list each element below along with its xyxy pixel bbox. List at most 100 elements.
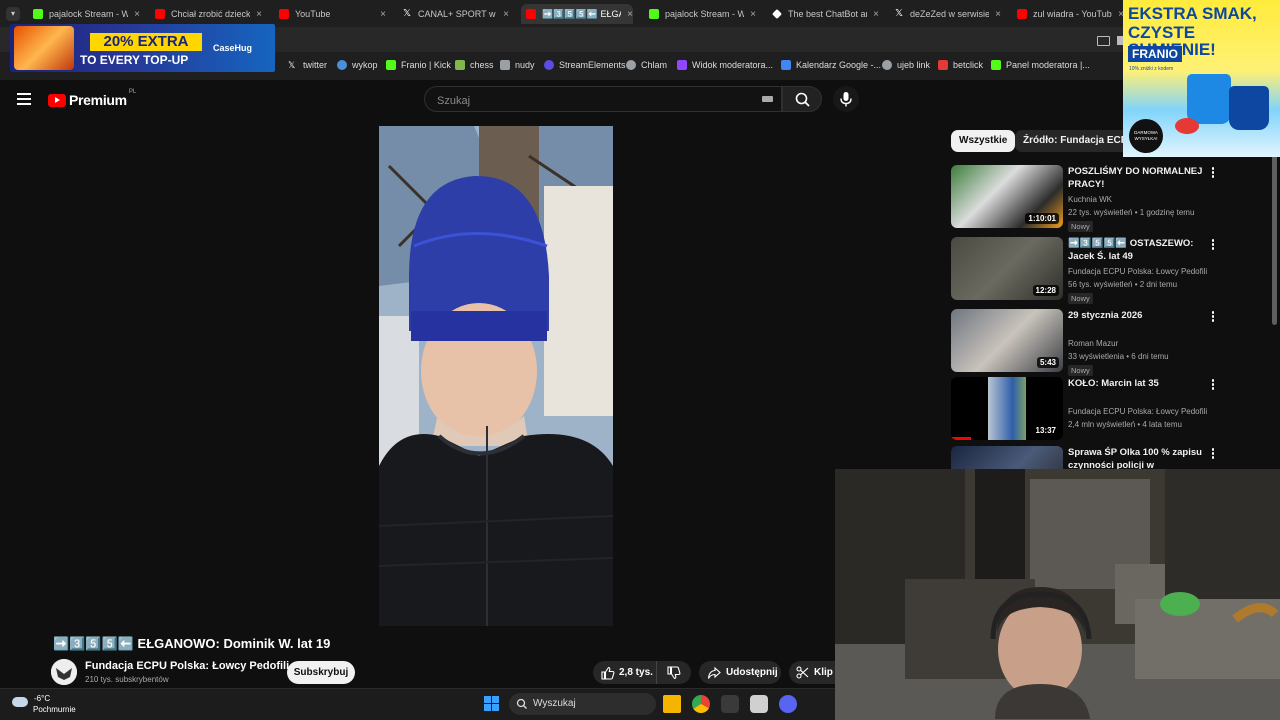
file-explorer-icon[interactable] bbox=[663, 695, 681, 713]
browser-tab[interactable]: 𝕏deZeZed w serwisie X × bbox=[889, 4, 1001, 24]
more-options-icon[interactable] bbox=[1210, 239, 1216, 251]
recommended-video[interactable]: 5:43 29 stycznia 2026 Roman Mazur 33 wyświe… bbox=[951, 309, 1271, 376]
share-icon bbox=[707, 666, 721, 679]
like-button[interactable]: 2,8 tys. bbox=[593, 661, 657, 684]
free-shipping-label: DARMOWA WYSYŁKA! bbox=[1134, 130, 1158, 141]
close-tab-icon[interactable]: × bbox=[380, 9, 386, 20]
recommended-video[interactable]: 1:10:01 POSZLIŚMY DO NORMALNEJ PRACY! Kuch… bbox=[951, 165, 1271, 232]
recommended-video-title[interactable]: KOŁO: Marcin lat 35 bbox=[1068, 377, 1208, 390]
streamer-webcam bbox=[835, 469, 1280, 720]
more-options-icon[interactable] bbox=[1210, 448, 1216, 460]
browser-tab[interactable]: pajalock Stream - Wa × bbox=[644, 4, 756, 24]
app-window-icon[interactable] bbox=[750, 695, 768, 713]
browser-tab[interactable]: ➡️3️⃣5️⃣5️⃣⬅️ EŁGAN × bbox=[521, 4, 633, 24]
video-thumbnail[interactable]: 1:10:01 bbox=[951, 165, 1063, 228]
recommended-video-title[interactable]: POSZLIŚMY DO NORMALNEJ PRACY! bbox=[1068, 165, 1208, 191]
browser-tab[interactable]: Chciał zrobić dziecko × bbox=[150, 4, 262, 24]
weather-description[interactable]: Pochmurnie bbox=[33, 705, 76, 714]
tab-title: Chciał zrobić dziecko bbox=[171, 9, 251, 19]
browser-tab[interactable]: YouTube × bbox=[274, 4, 386, 24]
bookmark-item[interactable]: StreamElements bbox=[544, 60, 626, 70]
youtube-play-icon bbox=[48, 93, 66, 107]
x-icon: 𝕏 bbox=[288, 60, 296, 70]
close-tab-icon[interactable]: × bbox=[134, 9, 140, 20]
youtube-premium-logo[interactable]: Premium PL bbox=[48, 89, 136, 108]
recommended-video[interactable]: 13:37 KOŁO: Marcin lat 35 Fundacja ECPU Po… bbox=[951, 377, 1271, 441]
discord-icon[interactable] bbox=[779, 695, 797, 713]
calendar-icon bbox=[781, 60, 791, 70]
browser-tab[interactable]: pajalock Stream - Wa × bbox=[28, 4, 140, 24]
browser-tab[interactable]: The best ChatBot and × bbox=[767, 4, 879, 24]
close-tab-icon[interactable]: × bbox=[873, 9, 879, 20]
hamburger-menu-icon[interactable] bbox=[17, 93, 31, 105]
search-input[interactable] bbox=[435, 92, 739, 109]
search-icon bbox=[516, 698, 527, 709]
clip-button[interactable]: Klip bbox=[789, 661, 835, 684]
recommended-video-title[interactable]: ➡️3️⃣5️⃣5️⃣⬅️ OSTASZEWO: Jacek Ś. lat 49 bbox=[1068, 237, 1208, 263]
chrome-icon[interactable] bbox=[692, 695, 710, 713]
bookmark-item[interactable]: Widok moderatora... bbox=[677, 60, 773, 70]
video-thumbnail[interactable]: 5:43 bbox=[951, 309, 1063, 372]
search-box bbox=[424, 86, 782, 112]
promo-subline: TO EVERY TOP-UP bbox=[80, 53, 189, 67]
bookmark-item[interactable]: ujeb link bbox=[882, 60, 930, 70]
taskbar-search[interactable]: Wyszukaj bbox=[509, 693, 656, 715]
recommended-video-channel[interactable]: Kuchnia WK bbox=[1068, 195, 1213, 204]
video-thumbnail[interactable]: 12:28 bbox=[951, 237, 1063, 300]
recommended-video-meta: 2,4 mln wyświetleń • 4 lata temu bbox=[1068, 420, 1182, 429]
bookmark-item[interactable]: 𝕏twitter bbox=[288, 60, 327, 70]
keyboard-icon[interactable] bbox=[762, 96, 773, 102]
cast-icon[interactable] bbox=[1097, 36, 1110, 46]
windows-start-icon[interactable] bbox=[484, 696, 500, 712]
globe-icon bbox=[626, 60, 636, 70]
bookmark-label: nudy bbox=[515, 60, 535, 70]
more-options-icon[interactable] bbox=[1210, 167, 1216, 179]
recommended-video-channel[interactable]: Roman Mazur bbox=[1068, 339, 1213, 348]
voice-search-button[interactable] bbox=[833, 86, 859, 112]
sidebar-scrollbar[interactable] bbox=[1272, 130, 1277, 325]
video-duration: 1:10:01 bbox=[1025, 213, 1059, 224]
betclic-icon bbox=[938, 60, 948, 70]
recommended-video-channel[interactable]: Fundacja ECPU Polska: Łowcy Pedofili bbox=[1068, 267, 1213, 276]
video-frame[interactable] bbox=[379, 126, 613, 626]
close-tab-icon[interactable]: × bbox=[256, 9, 262, 20]
tab-list-button[interactable]: ▾ bbox=[6, 7, 20, 21]
watch-progress-bar bbox=[951, 437, 971, 440]
search-button[interactable] bbox=[782, 86, 822, 112]
weather-temperature[interactable]: -6°C bbox=[34, 694, 50, 703]
filter-chip[interactable]: Wszystkie bbox=[951, 130, 1016, 152]
bookmark-item[interactable]: nudy bbox=[500, 60, 535, 70]
more-options-icon[interactable] bbox=[1210, 379, 1216, 391]
bookmark-item[interactable]: Franio | Kick bbox=[386, 60, 451, 70]
recommended-video-channel[interactable]: Fundacja ECPU Polska: Łowcy Pedofili bbox=[1068, 407, 1213, 416]
microphone-app-icon[interactable] bbox=[721, 695, 739, 713]
share-button[interactable]: Udostępnij bbox=[699, 661, 781, 684]
bookmark-item[interactable]: Chlam bbox=[626, 60, 667, 70]
bookmark-item[interactable]: Kalendarz Google -... bbox=[781, 60, 881, 70]
bookmark-item[interactable]: betclick bbox=[938, 60, 983, 70]
cloud-icon[interactable] bbox=[12, 697, 28, 707]
bookmark-item[interactable]: wykop bbox=[337, 60, 378, 70]
tab-title: pajalock Stream - Wa bbox=[665, 9, 745, 19]
bookmark-item[interactable]: chess bbox=[455, 60, 494, 70]
browser-tab[interactable]: zul wiadra - YouTube × bbox=[1012, 4, 1124, 24]
recommended-video[interactable]: Sprawa ŚP Olka 100 % zapisu czynności po… bbox=[951, 446, 1271, 509]
recommended-video[interactable]: 12:28 ➡️3️⃣5️⃣5️⃣⬅️ OSTASZEWO: Jacek Ś. l… bbox=[951, 237, 1271, 304]
browser-tab[interactable]: 𝕏 CANAL+ SPORT w ser × bbox=[397, 4, 509, 24]
channel-avatar[interactable] bbox=[51, 659, 77, 685]
thumbs-up-icon bbox=[601, 666, 615, 680]
subscribe-button[interactable]: Subskrybuj bbox=[287, 661, 355, 684]
like-dislike-group: 2,8 tys. bbox=[593, 661, 691, 684]
channel-name[interactable]: Fundacja ECPU Polska: Łowcy Pedofili bbox=[85, 660, 289, 672]
close-tab-icon[interactable]: × bbox=[995, 9, 1001, 20]
close-tab-icon[interactable]: × bbox=[627, 9, 633, 20]
close-tab-icon[interactable]: × bbox=[750, 9, 756, 20]
franio-ad-banner: EKSTRA SMAK, CZYSTE SUMIENIE! FRANIO 10%… bbox=[1123, 0, 1280, 157]
tab-title: The best ChatBot and bbox=[788, 9, 868, 19]
video-thumbnail[interactable]: 13:37 bbox=[951, 377, 1063, 440]
recommended-video-title[interactable]: 29 stycznia 2026 bbox=[1068, 309, 1208, 322]
bookmark-item[interactable]: Panel moderatora |... bbox=[991, 60, 1090, 70]
dislike-button[interactable] bbox=[657, 661, 691, 684]
close-tab-icon[interactable]: × bbox=[503, 9, 509, 20]
more-options-icon[interactable] bbox=[1210, 311, 1216, 323]
